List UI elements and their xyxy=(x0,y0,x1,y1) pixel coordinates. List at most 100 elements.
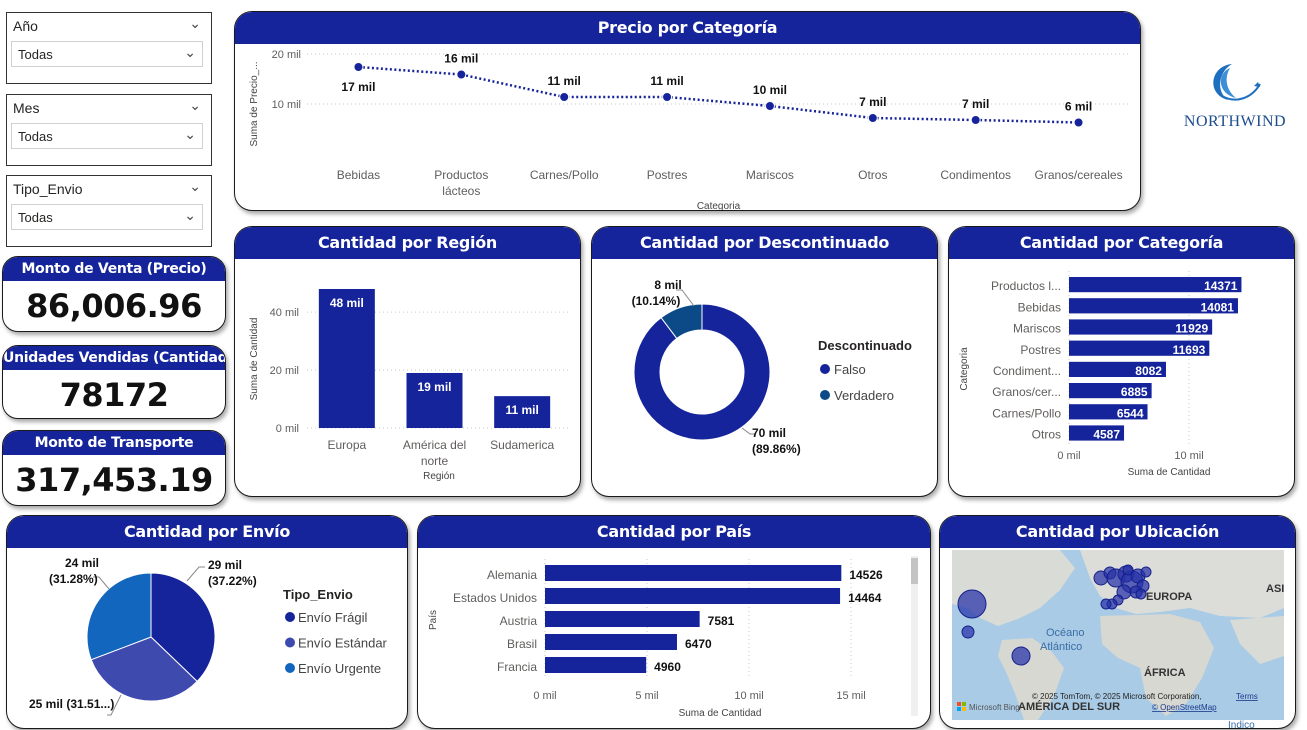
slicer-anio-title: Año xyxy=(13,18,38,34)
slicer-mes-title: Mes xyxy=(13,100,40,116)
bar xyxy=(545,657,647,673)
bar xyxy=(545,588,841,604)
panel-cantidad-descontinuado: Cantidad por Descontinuado 8 mil (10.14%)… xyxy=(591,226,938,497)
leader-line xyxy=(186,566,205,582)
chevron-down-icon[interactable]: ⌄ xyxy=(184,44,196,61)
chevron-down-icon[interactable]: ⌄ xyxy=(189,15,201,32)
x-axis-label: Categoria xyxy=(697,201,741,211)
kpi-unidades-vendidas-value: 78172 xyxy=(59,376,169,414)
data-label: 11 mil xyxy=(505,403,538,417)
kpi-monto-transporte-label: Monto de Transporte xyxy=(3,431,225,455)
slicer-anio[interactable]: Año ⌄ Todas ⌄ xyxy=(6,12,212,84)
panel-cantidad-pais-title: Cantidad por País xyxy=(418,516,930,548)
panel-cantidad-pais: Cantidad por País 0 mil 5 mil 10 mil 15 mil… xyxy=(417,515,931,729)
data-point xyxy=(353,62,364,72)
legend-label: Envío Frágil xyxy=(298,610,367,625)
data-label: 8082 xyxy=(1135,364,1162,378)
y-tick-label: Francia xyxy=(497,660,537,674)
panel-cantidad-ubicacion-title: Cantidad por Ubicación xyxy=(940,516,1295,548)
data-label: 4960 xyxy=(654,660,681,674)
y-tick-label: Austria xyxy=(500,614,538,628)
data-point xyxy=(1073,117,1084,128)
x-axis-label: Suma de Cantidad xyxy=(679,708,762,719)
x-axis-label: Suma de Cantidad xyxy=(1128,467,1211,478)
slicer-mes-dropdown[interactable]: Todas ⌄ xyxy=(11,123,203,149)
x-tick-label: Bebidas xyxy=(337,168,380,182)
y-axis-label: Suma de Cantidad xyxy=(249,318,260,401)
slicer-tipo-envio[interactable]: Tipo_Envio ⌄ Todas ⌄ xyxy=(6,175,212,247)
bar xyxy=(545,565,842,581)
slicer-mes[interactable]: Mes ⌄ Todas ⌄ xyxy=(6,94,212,166)
y-tick-label: Productos l... xyxy=(991,279,1061,293)
data-label: 14371 xyxy=(1204,279,1238,293)
location-bubble xyxy=(1122,564,1134,576)
legend-marker xyxy=(285,663,295,673)
y-tick-label: 0 mil xyxy=(276,423,299,435)
kpi-unidades-vendidas-label: Unidades Vendidas (Cantidad xyxy=(3,346,225,370)
panel-precio-categoria-title: Precio por Categoría xyxy=(235,12,1140,44)
data-label: 19 mil xyxy=(417,380,451,394)
legend-label: Envío Estándar xyxy=(298,636,388,651)
x-tick-label: 15 mil xyxy=(836,690,865,702)
slicer-tipo-envio-title: Tipo_Envio xyxy=(13,181,83,197)
legend-marker xyxy=(285,637,295,648)
data-label: 29 mil xyxy=(208,558,242,572)
x-tick-label: norte xyxy=(421,454,449,468)
slicer-mes-value: Todas xyxy=(18,129,53,144)
data-label: 4587 xyxy=(1093,428,1120,442)
location-bubble xyxy=(1140,566,1152,578)
logo-text: NORTHWIND xyxy=(1184,113,1286,130)
location-bubble xyxy=(957,589,987,619)
panel-cantidad-categoria-title: Cantidad por Categoría xyxy=(949,227,1294,259)
y-axis-label: Categoria xyxy=(959,347,970,391)
location-bubble xyxy=(1135,588,1147,600)
data-point xyxy=(559,92,570,102)
y-tick-label: 20 mil xyxy=(272,49,301,61)
data-point xyxy=(662,92,673,102)
y-tick-label: Otros xyxy=(1032,428,1061,442)
chart-cantidad-pais: 0 mil 5 mil 10 mil 15 mil País 14526 Alemania 1… xyxy=(428,556,918,719)
panel-cantidad-descontinuado-title: Cantidad por Descontinuado xyxy=(592,227,937,259)
x-tick-label: Mariscos xyxy=(746,168,794,182)
data-label: 70 mil xyxy=(752,426,786,440)
map-label-asia: ASI xyxy=(1266,583,1284,595)
data-point xyxy=(456,69,467,80)
chart-cantidad-region: 0 mil 20 mil 40 mil Suma de Cantidad 48 mil E… xyxy=(249,289,570,482)
location-bubble xyxy=(1100,598,1112,610)
kpi-monto-venta: Monto de Venta (Precio) 86,006.96 xyxy=(2,256,226,332)
chevron-down-icon[interactable]: ⌄ xyxy=(184,207,196,224)
x-tick-label: Otros xyxy=(858,168,887,182)
x-tick-label: lácteos xyxy=(442,184,480,198)
map-attribution: © 2025 TomTom, © 2025 Microsoft Corporat… xyxy=(1032,692,1202,701)
chevron-down-icon[interactable]: ⌄ xyxy=(184,126,196,143)
data-label: 6 mil xyxy=(1065,100,1092,114)
map-cantidad-ubicacion[interactable]: EUROPA ASI Océano Atlántico ÁFRICA AMÉRI… xyxy=(940,548,1296,729)
chart-precio-categoria: 10 mil 20 mil Suma de Precio_... 17 mil Bebi… xyxy=(249,49,1130,211)
y-tick-label: Bebidas xyxy=(1018,300,1061,314)
map-terms-link[interactable]: Terms xyxy=(1236,692,1258,701)
data-label: 14081 xyxy=(1201,300,1235,314)
slicer-anio-dropdown[interactable]: Todas ⌄ xyxy=(11,41,203,67)
data-label: 6885 xyxy=(1121,385,1148,399)
bar xyxy=(545,611,700,627)
data-point xyxy=(867,113,878,123)
data-label: 16 mil xyxy=(444,52,478,66)
x-tick-label: 0 mil xyxy=(533,690,556,702)
data-label: 24 mil xyxy=(65,556,99,570)
map-osm-link[interactable]: © OpenStreetMap xyxy=(1152,703,1217,712)
data-label: 17 mil xyxy=(341,80,375,94)
map-label-europa: EUROPA xyxy=(1146,591,1192,603)
y-tick-label: Postres xyxy=(1020,343,1061,357)
pct-label: (37.22%) xyxy=(208,574,257,588)
chevron-down-icon[interactable]: ⌄ xyxy=(189,178,201,195)
y-tick-label: Mariscos xyxy=(1013,322,1061,336)
data-label: 7581 xyxy=(708,614,735,628)
scrollbar-thumb[interactable] xyxy=(911,558,918,584)
slicer-tipo-envio-dropdown[interactable]: Todas ⌄ xyxy=(11,204,203,230)
chart-cantidad-categoria: 0 mil 10 mil Categoria 14371 Productos l... 1… xyxy=(959,271,1242,478)
y-tick-label: Alemania xyxy=(487,568,537,582)
data-label: 7 mil xyxy=(859,95,886,109)
map-label-sudamerica: AMÉRICA DEL SUR xyxy=(1018,700,1120,713)
chevron-down-icon[interactable]: ⌄ xyxy=(189,97,201,114)
slicer-tipo-envio-value: Todas xyxy=(18,210,53,225)
